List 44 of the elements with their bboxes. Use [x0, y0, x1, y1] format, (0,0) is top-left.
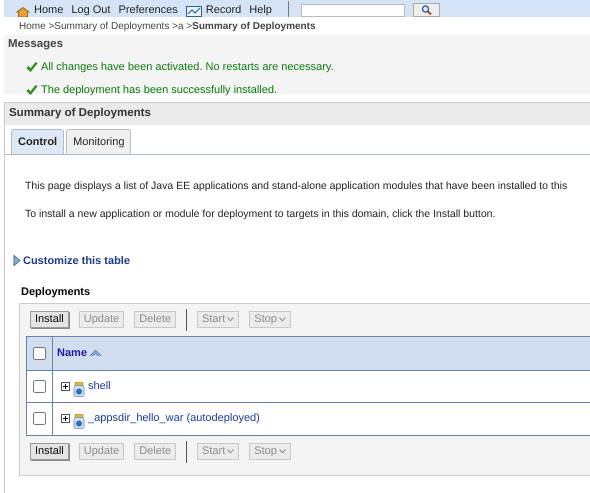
caret-icon	[227, 317, 234, 322]
panel-title: Summary of Deployments	[9, 106, 151, 122]
top-link[interactable]: Record	[206, 4, 242, 17]
tab[interactable]: Control	[11, 129, 64, 154]
breadcrumb-link[interactable]: a >	[178, 18, 192, 34]
search-icon	[420, 5, 432, 15]
toolbar-button[interactable]: Install	[30, 443, 69, 460]
caret-icon	[278, 317, 286, 322]
search-button[interactable]	[412, 3, 440, 17]
row-checkbox[interactable]	[33, 412, 46, 425]
customize-link[interactable]: Customize this table	[23, 252, 130, 269]
select-all-checkbox[interactable]	[33, 346, 46, 360]
top-link[interactable]: Preferences	[118, 4, 178, 17]
breadcrumb-current: Summary of Deployments	[192, 20, 316, 34]
section-title: Deployments	[20, 285, 92, 300]
messages-title: Messages	[7, 37, 64, 52]
sort-ascending-icon	[88, 349, 102, 357]
deployment-link[interactable]: _appsdir_hello_war (autodeployed)	[88, 410, 260, 427]
tab[interactable]: Monitoring	[66, 129, 132, 154]
triangle-icon	[13, 255, 21, 266]
success-message: The deployment has been successfully installed.	[41, 82, 278, 98]
chart-icon	[186, 6, 202, 17]
top-link[interactable]: Log Out	[71, 4, 110, 17]
row-checkbox[interactable]	[33, 380, 46, 392]
breadcrumb-link[interactable]: Home >	[19, 18, 54, 34]
description-text: This page displays a list of Java EE applications and stand-alone application modules that have been installed to this	[25, 179, 568, 194]
expand-icon[interactable]	[61, 382, 70, 390]
deployment-link[interactable]: shell	[88, 378, 111, 394]
checkmark-icon	[26, 62, 38, 73]
house-icon	[16, 7, 30, 17]
caret-icon	[278, 449, 286, 454]
search-field[interactable]	[300, 4, 405, 17]
expand-icon[interactable]	[61, 414, 70, 423]
top-link[interactable]: Home	[34, 4, 64, 17]
top-link[interactable]: Help	[249, 4, 272, 17]
jar-icon	[73, 382, 85, 396]
breadcrumb-link[interactable]: Summary of Deployments >	[54, 18, 178, 34]
column-header[interactable]: Name	[57, 344, 87, 362]
success-message: All changes have been activated. No restarts are necessary.	[41, 60, 334, 76]
caret-icon	[227, 449, 234, 454]
toolbar-button[interactable]: Install	[30, 311, 69, 328]
jar-icon	[73, 414, 85, 429]
description-text: To install a new application or module for deployment to targets in this domain, click the Install button.	[25, 206, 496, 222]
checkmark-icon	[26, 84, 38, 96]
